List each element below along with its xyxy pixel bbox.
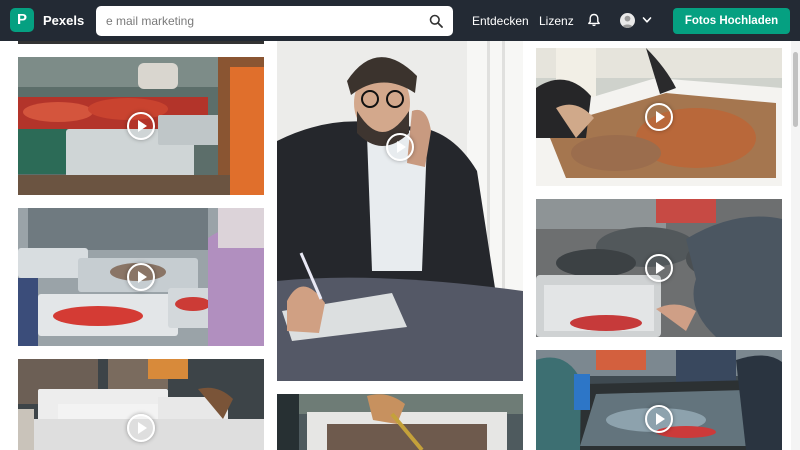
play-icon[interactable] — [127, 112, 155, 140]
play-icon[interactable] — [645, 254, 673, 282]
bell-icon[interactable] — [587, 13, 601, 27]
video-thumbnail — [277, 394, 523, 450]
user-avatar-icon — [621, 15, 634, 28]
play-icon[interactable] — [127, 414, 155, 442]
video-tile-tongs-over-tank[interactable] — [277, 394, 523, 450]
video-tile-crabs-in-tank[interactable] — [536, 48, 782, 186]
nav-license-link[interactable]: Lizenz — [539, 14, 574, 28]
video-tile-market-stall-gloves[interactable] — [536, 350, 782, 450]
play-icon[interactable] — [386, 133, 414, 161]
nav-explore-link[interactable]: Entdecken — [472, 14, 529, 28]
user-avatar[interactable] — [620, 13, 635, 28]
search-input[interactable] — [106, 6, 416, 36]
video-tile-fish-market-crates[interactable] — [18, 57, 264, 195]
video-tile-partial[interactable] — [18, 41, 264, 44]
video-thumbnail — [277, 41, 523, 381]
pexels-logo[interactable]: P — [10, 8, 34, 32]
video-thumbnail — [536, 350, 782, 450]
play-icon[interactable] — [645, 103, 673, 131]
brand-name[interactable]: Pexels — [43, 13, 84, 28]
video-tile-businessman-on-phone[interactable] — [277, 41, 523, 381]
scrollbar-thumb[interactable] — [793, 52, 798, 127]
play-icon[interactable] — [127, 263, 155, 291]
upload-photos-button[interactable]: Fotos Hochladen — [673, 8, 790, 34]
search-icon[interactable] — [429, 14, 443, 28]
chevron-down-icon[interactable] — [642, 15, 652, 25]
video-tile-seafood-trays[interactable] — [18, 208, 264, 346]
search-bar — [96, 6, 453, 36]
top-navbar: P Pexels Entdecken Lizenz Fotos Hochlade… — [0, 0, 800, 41]
video-tile-white-boxes-market[interactable] — [18, 359, 264, 450]
video-tile-fish-in-crate[interactable] — [536, 199, 782, 337]
play-icon[interactable] — [645, 405, 673, 433]
